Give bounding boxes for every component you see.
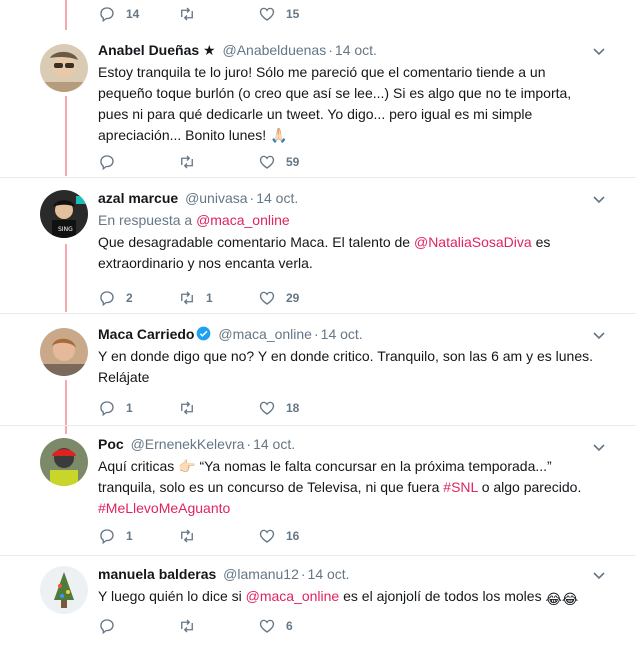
timestamp[interactable]: 14 oct.	[256, 190, 298, 206]
reply-mention-link[interactable]: @maca_online	[196, 212, 290, 228]
tweet-header: Poc @ErnenekKelevra · 14 oct.	[98, 436, 296, 452]
like-count: 16	[286, 529, 300, 543]
handle[interactable]: @maca_online	[218, 326, 312, 342]
thread-line-1	[65, 96, 67, 176]
hashtag-link[interactable]: #MeLlevoMeAguanto	[98, 500, 230, 516]
avatar[interactable]: SING	[40, 190, 88, 238]
reply-button[interactable]: 1	[98, 398, 133, 418]
timestamp[interactable]: 14 oct.	[321, 326, 363, 342]
retweet-icon	[181, 619, 193, 633]
divider	[0, 177, 636, 178]
tweet-header: azal marcue @univasa · 14 oct.	[98, 190, 299, 206]
tweet-text: Aquí criticas 👉🏻 “Ya nomas le falta conc…	[98, 458, 582, 516]
like-button[interactable]: 18	[258, 398, 299, 418]
like-count: 29	[286, 291, 300, 305]
reply-icon	[100, 529, 114, 545]
heart-icon	[259, 7, 275, 21]
timestamp[interactable]: 14 oct.	[308, 566, 350, 582]
handle[interactable]: @univasa	[185, 190, 247, 206]
svg-text:SING: SING	[58, 226, 73, 233]
handle[interactable]: @ErnenekKelevra	[131, 436, 245, 452]
retweet-button[interactable]	[178, 398, 206, 418]
like-button[interactable]: 59	[258, 152, 299, 172]
handle[interactable]: @Anabelduenas	[222, 42, 326, 58]
retweet-icon	[181, 291, 193, 305]
heart-icon	[259, 401, 275, 415]
reply-button[interactable]: 1	[98, 526, 133, 546]
divider	[0, 555, 636, 556]
handle[interactable]: @lamanu12	[223, 566, 299, 582]
heart-icon	[259, 291, 275, 305]
reply-count: 2	[126, 291, 133, 305]
reply-icon	[100, 155, 114, 171]
heart-icon	[259, 155, 275, 169]
avatar[interactable]	[40, 328, 88, 376]
thread-line-top	[65, 0, 67, 30]
verified-badge-icon	[197, 326, 211, 341]
reply-icon	[100, 7, 114, 23]
divider	[0, 425, 636, 426]
mention-link[interactable]: @maca_online	[246, 588, 340, 604]
reply-button[interactable]	[98, 152, 126, 172]
reply-button[interactable]: 2	[98, 288, 133, 308]
display-name[interactable]: Anabel Dueñas	[98, 42, 199, 58]
avatar[interactable]	[40, 44, 88, 92]
reply-icon	[100, 291, 114, 307]
like-button[interactable]: 16	[258, 526, 299, 546]
timestamp[interactable]: 14 oct.	[335, 42, 377, 58]
like-count: 15	[286, 7, 300, 21]
display-name[interactable]: manuela balderas	[98, 566, 216, 582]
reply-context: En respuesta a @maca_online	[98, 210, 596, 230]
retweet-button[interactable]	[178, 526, 206, 546]
like-count: 6	[286, 619, 293, 633]
reply-count: 14	[126, 7, 140, 21]
retweet-icon	[181, 529, 193, 543]
tweet-text: Y luego quién lo dice si @maca_online es…	[98, 586, 596, 610]
reply-button[interactable]	[98, 616, 126, 636]
reply-prefix: En respuesta a	[98, 212, 193, 228]
retweet-button[interactable]: 1	[178, 288, 213, 308]
tweet-text: Y en donde digo que no? Y en donde criti…	[98, 348, 594, 385]
retweet-button[interactable]	[178, 152, 206, 172]
reply-icon	[100, 401, 114, 417]
retweet-button[interactable]	[178, 616, 206, 636]
retweet-icon	[181, 155, 193, 169]
display-name[interactable]: Maca Carriedo	[98, 326, 194, 342]
reply-icon	[100, 619, 114, 635]
divider	[0, 313, 636, 314]
name-badge: ★	[203, 42, 216, 58]
mention-link[interactable]: @NataliaSosaDiva	[414, 234, 532, 250]
retweet-icon	[181, 401, 193, 415]
avatar[interactable]	[40, 438, 88, 486]
like-button[interactable]: 15	[258, 4, 299, 24]
reply-count: 1	[126, 529, 133, 543]
emoji: 😂😂	[545, 591, 579, 607]
thread-line-2	[65, 244, 67, 312]
tweet-header: Maca Carriedo @maca_online · 14 oct.	[98, 326, 363, 342]
tweet-header: manuela balderas @lamanu12 · 14 oct.	[98, 566, 350, 582]
timestamp[interactable]: 14 oct.	[253, 436, 295, 452]
heart-icon	[259, 619, 275, 633]
heart-icon	[259, 529, 275, 543]
reply-button[interactable]: 14	[98, 4, 139, 24]
display-name[interactable]: Poc	[98, 436, 124, 452]
avatar[interactable]	[40, 566, 88, 614]
like-button[interactable]: 29	[258, 288, 299, 308]
retweet-count: 1	[206, 291, 213, 305]
retweet-icon	[181, 7, 193, 21]
hashtag-link[interactable]: #SNL	[443, 479, 478, 495]
reply-count: 1	[126, 401, 133, 415]
tweet-text: Estoy tranquila te lo juro! Sólo me pare…	[98, 64, 572, 143]
like-count: 18	[286, 401, 300, 415]
like-count: 59	[286, 155, 300, 169]
display-name[interactable]: azal marcue	[98, 190, 178, 206]
tweet-text: Que desagradable comentario Maca. El tal…	[98, 234, 551, 271]
like-button[interactable]: 6	[258, 616, 293, 636]
tweet-header: Anabel Dueñas ★ @Anabelduenas · 14 oct.	[98, 42, 377, 58]
retweet-button[interactable]	[178, 4, 206, 24]
